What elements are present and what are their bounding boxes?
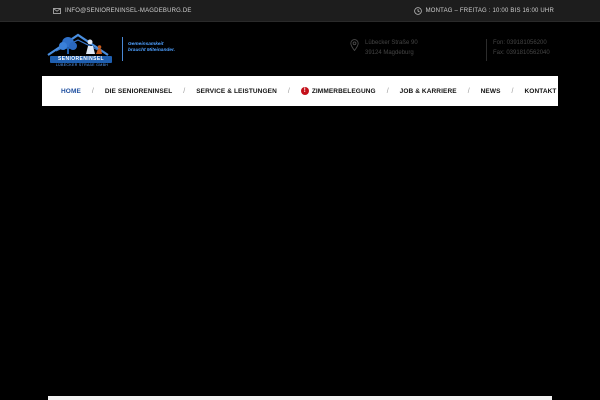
main-navigation: HOME / DIE SENIORENINSEL / SERVICE & LEI…	[42, 76, 558, 106]
logo-slogan: Gemeinsamkeit braucht Miteinander.	[128, 42, 188, 54]
email-text[interactable]: INFO@SENIORENINSEL-MAGDEBURG.DE	[65, 8, 192, 14]
nav-item-die-senioreninsel[interactable]: DIE SENIORENINSEL	[105, 88, 172, 95]
top-bar: INFO@SENIORENINSEL-MAGDEBURG.DE MONTAG –…	[0, 0, 600, 22]
email-link[interactable]: INFO@SENIORENINSEL-MAGDEBURG.DE	[53, 6, 192, 16]
opening-hours: MONTAG – FREITAG : 10:00 BIS 16:00 UHR	[413, 6, 554, 16]
address-city: 39124 Magdeburg	[365, 50, 414, 56]
map-pin-icon	[350, 39, 359, 51]
nav-item-kontakt[interactable]: KONTAKT	[525, 88, 557, 95]
address-block: Lübecker Straße 90 39124 Magdeburg	[350, 39, 418, 63]
site-header: SENIORENINSEL LÜBECKER STRAßE GMBH Gemei…	[0, 22, 600, 76]
logo-subline: LÜBECKER STRAßE GMBH	[55, 63, 109, 67]
fax-number: Fax: 039181056204​0	[493, 50, 550, 56]
nav-item-home[interactable]: HOME	[61, 88, 81, 95]
nav-item-news[interactable]: NEWS	[481, 88, 501, 95]
contact-divider	[486, 39, 487, 61]
nav-separator: /	[183, 87, 186, 95]
nav-separator: /	[287, 87, 290, 95]
logo-divider	[122, 37, 123, 61]
logo-name: SENIORENINSEL	[50, 56, 112, 63]
nav-item-label: ZIMMERBELEGUNG	[311, 87, 376, 95]
nav-separator: /	[91, 87, 94, 95]
slogan-line-2: braucht Miteinander.	[128, 48, 175, 53]
nav-separator: /	[511, 87, 514, 95]
site-logo[interactable]: SENIORENINSEL LÜBECKER STRAßE GMBH Gemei…	[46, 31, 186, 71]
alert-badge-icon: !	[300, 87, 309, 95]
phone-block: Fon: 039181056200 Fax: 039181056204​0	[493, 40, 550, 57]
mail-icon	[53, 8, 61, 14]
address-street: Lübecker Straße 90	[365, 40, 418, 46]
nav-separator: /	[467, 87, 470, 95]
clock-icon	[413, 7, 422, 15]
hero-slider	[42, 106, 558, 394]
nav-separator: /	[386, 87, 389, 95]
content-strip	[48, 396, 552, 400]
nav-item-job-karriere[interactable]: JOB & KARRIERE	[400, 88, 457, 95]
phone-number[interactable]: Fon: 039181056200	[493, 40, 550, 47]
nav-item-zimmerbelegung[interactable]: ! ZIMMERBELEGUNG	[300, 87, 376, 95]
hours-text: MONTAG – FREITAG : 10:00 BIS 16:00 UHR	[425, 8, 554, 14]
nav-item-service-leistungen[interactable]: SERVICE & LEISTUNGEN	[196, 88, 277, 95]
